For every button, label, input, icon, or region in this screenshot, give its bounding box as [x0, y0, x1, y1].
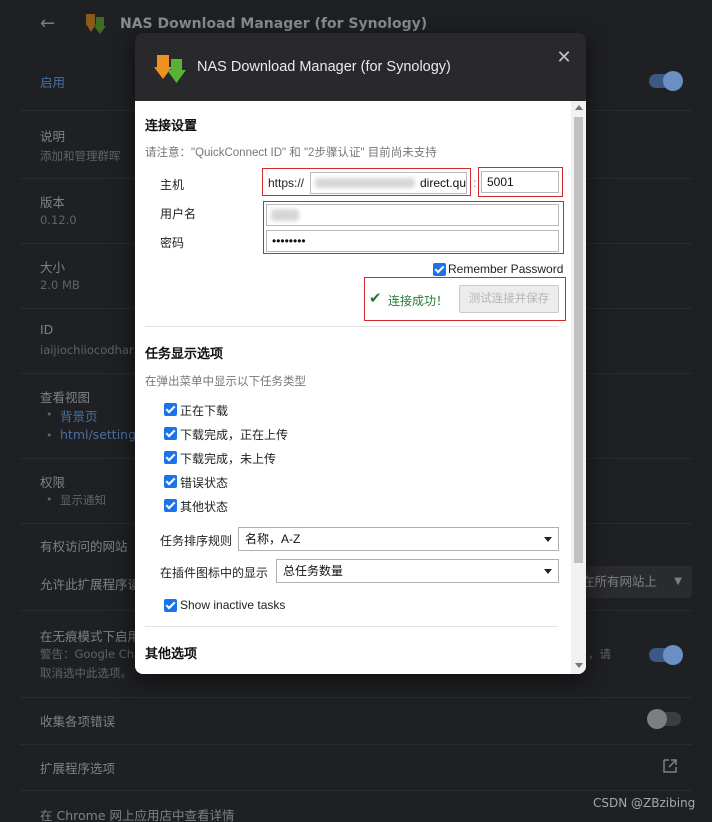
bullet: •: [46, 429, 53, 442]
connection-success: 连接成功！: [388, 294, 449, 308]
divider: [145, 326, 558, 327]
port-input[interactable]: 5001: [481, 171, 559, 193]
connection-heading: 连接设置: [145, 118, 198, 133]
site-access-select[interactable]: 在所有网站上 ▼: [572, 566, 692, 598]
app-logo-icon: [154, 55, 186, 83]
open-in-new-icon[interactable]: [661, 757, 679, 775]
password-label: 密码: [160, 236, 185, 250]
task-type-label: 其他状态: [180, 500, 229, 514]
dropdown-arrow-icon: ▼: [674, 576, 682, 587]
incognito-label: 在无痕模式下启用: [40, 629, 141, 644]
scroll-up-icon[interactable]: [575, 105, 583, 110]
host-input[interactable]: direct.qu: [310, 172, 467, 194]
divider: [20, 790, 692, 791]
remember-password-label: Remember Password: [448, 262, 564, 276]
description-value: 添加和管理群晖: [40, 149, 121, 163]
bullet: •: [46, 493, 53, 506]
close-icon[interactable]: ✕: [553, 47, 575, 69]
webstore-link[interactable]: 在 Chrome 网上应用店中查看详情: [40, 805, 234, 822]
task-type-label: 下载完成，未上传: [180, 452, 277, 466]
enabled-label: 启用: [40, 75, 66, 90]
password-input[interactable]: ••••••••: [266, 230, 559, 252]
task-type-checkbox-uploading[interactable]: [164, 427, 177, 440]
dialog-body: 连接设置 请注意："QuickConnect ID" 和 "2步骤认证" 目前尚…: [135, 101, 586, 674]
divider: [145, 626, 558, 627]
site-access-label: 有权访问的网站: [40, 539, 128, 554]
sort-label: 任务排序规则: [160, 534, 233, 548]
task-type-checkbox-completed[interactable]: [164, 451, 177, 464]
protocol-label: https://: [268, 176, 305, 190]
dropdown-caret-icon: [544, 569, 552, 574]
size-value: 2.0 MB: [40, 278, 80, 292]
view-link-background[interactable]: 背景页: [60, 406, 98, 425]
extension-options-label[interactable]: 扩展程序选项: [40, 758, 115, 777]
description-label: 说明: [40, 129, 66, 144]
incognito-toggle[interactable]: [649, 645, 683, 665]
collect-errors-toggle[interactable]: [647, 709, 681, 729]
app-logo-icon: [86, 14, 106, 34]
show-inactive-label: Show inactive tasks: [180, 598, 286, 612]
watermark: CSDN @ZBzibing: [593, 796, 696, 810]
tasks-hint: 在弹出菜单中显示以下任务类型: [145, 376, 306, 388]
host-label: 主机: [160, 178, 185, 192]
dialog-title: NAS Download Manager (for Synology): [197, 59, 451, 75]
enabled-toggle[interactable]: [649, 71, 683, 91]
task-type-checkbox-other[interactable]: [164, 499, 177, 512]
other-heading: 其他选项: [145, 646, 198, 661]
dropdown-caret-icon: [544, 537, 552, 542]
sort-select[interactable]: 名称，A-Z: [238, 527, 559, 551]
permissions-label: 权限: [40, 475, 66, 490]
settings-dialog: NAS Download Manager (for Synology) ✕ 连接…: [135, 33, 586, 674]
scroll-thumb[interactable]: [574, 117, 583, 563]
divider: [20, 744, 692, 745]
scroll-down-icon[interactable]: [575, 663, 583, 668]
badge-label: 在插件图标中的显示: [160, 566, 269, 580]
bullet: •: [46, 408, 53, 421]
tasks-heading: 任务显示选项: [145, 346, 224, 361]
version-label: 版本: [40, 195, 66, 210]
id-value: iaijiochiiocodhar: [40, 343, 134, 357]
back-arrow-icon[interactable]: ←: [40, 14, 60, 34]
connection-notice: 请注意："QuickConnect ID" 和 "2步骤认证" 目前尚未支持: [145, 147, 437, 159]
task-type-label: 下载完成，正在上传: [180, 428, 289, 442]
check-icon: ✔: [369, 290, 382, 307]
task-type-checkbox-downloading[interactable]: [164, 403, 177, 416]
version-value: 0.12.0: [40, 213, 77, 227]
task-type-checkbox-error[interactable]: [164, 475, 177, 488]
view-link-settings[interactable]: html/settings: [60, 427, 143, 442]
badge-select[interactable]: 总任务数量: [276, 559, 559, 583]
username-label: 用户名: [160, 207, 197, 221]
page-title: NAS Download Manager (for Synology): [120, 16, 428, 32]
remember-password-checkbox[interactable]: [433, 263, 446, 276]
username-input[interactable]: [266, 204, 559, 226]
show-inactive-checkbox[interactable]: [164, 599, 177, 612]
port-separator: :: [473, 176, 477, 190]
views-label: 查看视图: [40, 390, 91, 405]
task-type-label: 正在下载: [180, 404, 229, 418]
incognito-warning-2: 取消选中此选项。: [40, 666, 132, 680]
task-type-label: 错误状态: [180, 476, 229, 490]
id-label: ID: [40, 322, 54, 337]
collect-errors-label: 收集各项错误: [40, 714, 116, 729]
divider: [20, 697, 692, 698]
permission-item: 显示通知: [60, 493, 106, 507]
incognito-warning: 警告：Google Ch: [40, 647, 135, 661]
allow-access-label: 允许此扩展程序读: [40, 577, 141, 592]
test-and-save-button[interactable]: 测试连接并保存: [459, 285, 559, 313]
size-label: 大小: [40, 260, 66, 275]
incognito-warning-tail: ，请: [588, 647, 611, 661]
scrollbar[interactable]: [571, 101, 586, 674]
dialog-header: NAS Download Manager (for Synology) ✕: [135, 33, 586, 101]
